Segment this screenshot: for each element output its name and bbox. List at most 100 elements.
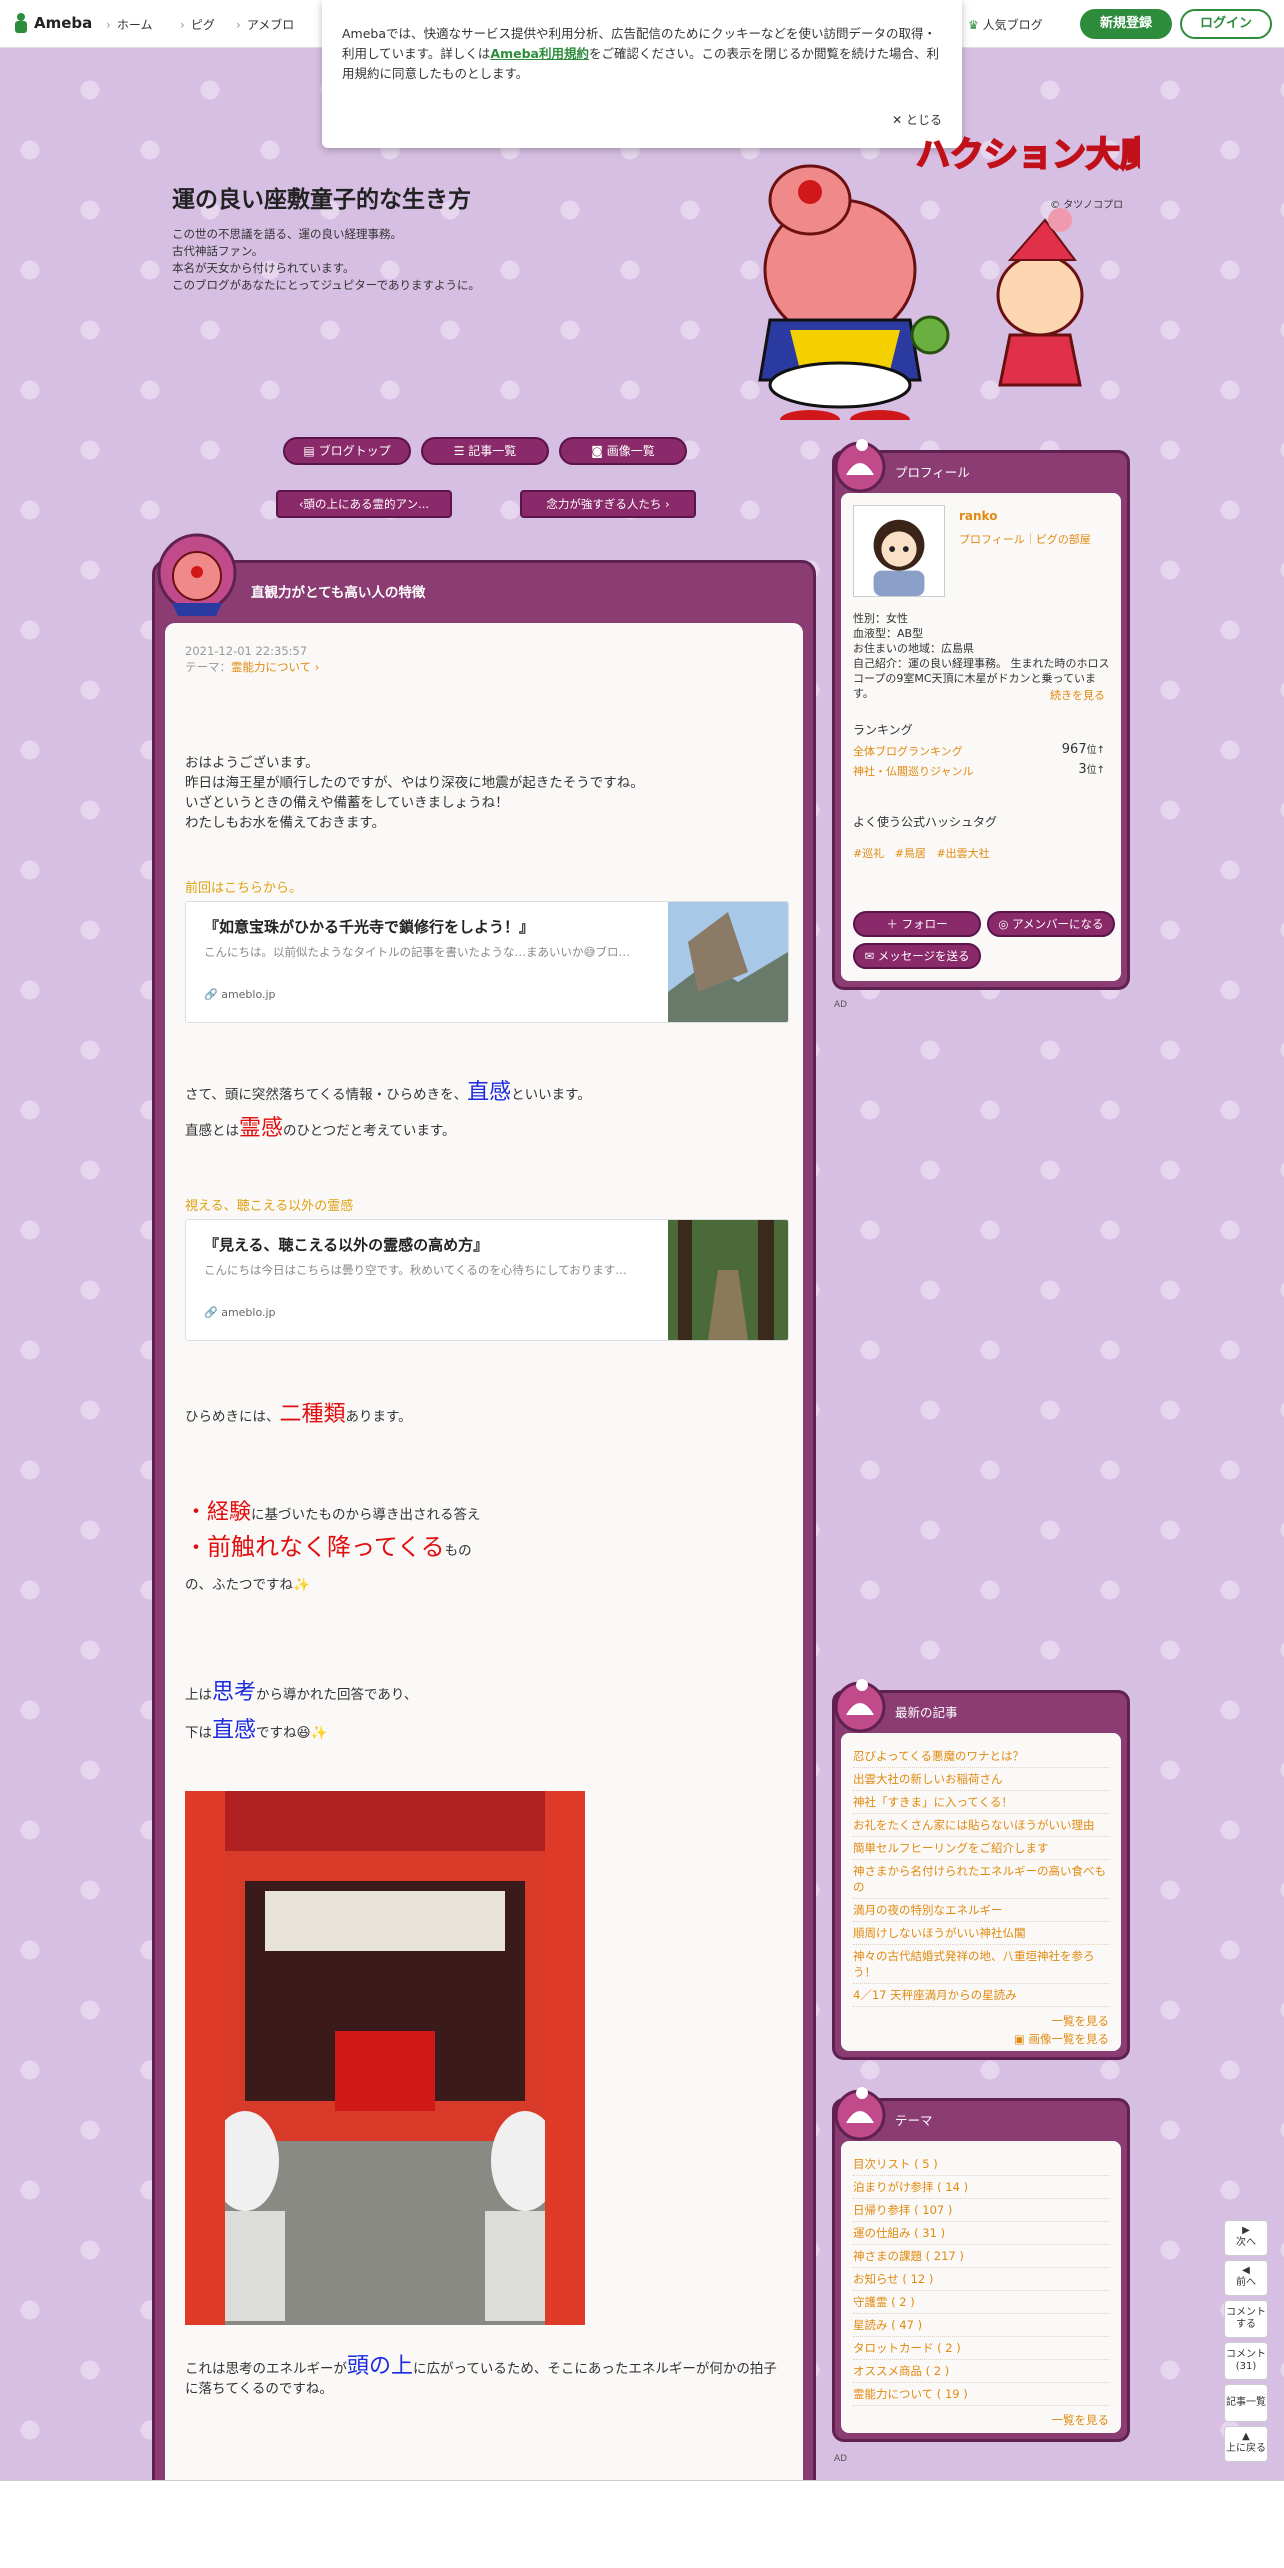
recent-item[interactable]: 4／17 天秤座満月からの星読み xyxy=(853,1984,1109,2007)
card-description: こんにちは。以前似たようなタイトルの記事を書いたような…まあいいか😅ブロ… xyxy=(204,945,630,959)
copyright: © タツノコプロ xyxy=(1050,200,1124,211)
theme-item[interactable]: 泊まりがけ参拝 ( 14 ) xyxy=(853,2176,1109,2199)
theme-link[interactable]: 霊能力について xyxy=(231,660,311,674)
recent-item[interactable]: 順周けしないほうがいい神社仏閣 xyxy=(853,1922,1109,1945)
recent-item[interactable]: 満月の夜の特別なエネルギー xyxy=(853,1899,1109,1922)
ranking-title: ランキング xyxy=(853,723,913,737)
ameba-logo-icon xyxy=(15,13,27,33)
article-date: 2021-12-01 22:35:57 xyxy=(185,644,308,658)
hashtag-list: #巡礼 #鳥居 #出雲大社 xyxy=(853,845,990,861)
image-list-button[interactable]: ◙ 画像一覧 xyxy=(559,437,687,465)
amember-button[interactable]: ◎ アメンバーになる xyxy=(987,911,1115,937)
rank-overall-link[interactable]: 全体ブログランキング xyxy=(853,743,963,759)
subheading-spirit: 視える、聴こえる以外の霊感 xyxy=(185,1199,354,1214)
keyword-sudden: 前触れなく降ってくる xyxy=(207,1533,445,1561)
nav-home[interactable]: ホーム xyxy=(106,16,153,33)
recent-item[interactable]: 簡単セルフヒーリングをご紹介します xyxy=(853,1837,1109,1860)
rank-genre-link[interactable]: 神社・仏閣巡りジャンル xyxy=(853,763,973,779)
intuition-line-2: 下は直感ですね😆✨ xyxy=(185,1718,328,1743)
bullet-sudden: ・前触れなく降ってくるもの xyxy=(185,1533,472,1561)
recent-item[interactable]: 神々の古代結婚式発祥の地、八重垣神社を参ろう！ xyxy=(853,1945,1109,1984)
crown-icon: ♛ xyxy=(968,18,983,32)
svg-text:ハクション大魔王: ハクション大魔王 xyxy=(916,135,1140,175)
embed-card-spirit[interactable]: 『見える、聴こえる以外の霊感の高め方』 こんにちは今日はこちらは曇り空です。秋め… xyxy=(185,1219,789,1341)
card-url: 🔗 ameblo.jp xyxy=(204,988,276,1001)
back-to-top-fab[interactable]: ▲ 上に戻る xyxy=(1224,2426,1268,2462)
camera-icon: ◙ xyxy=(591,444,607,458)
theme-item[interactable]: 神さまの課題 ( 217 ) xyxy=(853,2245,1109,2268)
footer xyxy=(0,2480,1284,2568)
nav-pigg[interactable]: ピグ xyxy=(180,16,215,33)
prev-fab[interactable]: ◀ 前へ xyxy=(1224,2260,1268,2296)
profile-body: ranko プロフィール｜ピグの部屋 性別：女性 血液型：AB型 お住まいの地域… xyxy=(841,493,1121,981)
recent-item[interactable]: 神さまから名付けられたエネルギーの高い食べもの xyxy=(853,1860,1109,1899)
card-title: 『見える、聴こえる以外の霊感の高め方』 xyxy=(204,1236,489,1254)
theme-item[interactable]: 日帰り参拝 ( 107 ) xyxy=(853,2199,1109,2222)
article-list-button[interactable]: ☰ 記事一覧 xyxy=(421,437,549,465)
keyword-intuition-2: 直感 xyxy=(212,1718,257,1743)
recent-item[interactable]: 出雲大社の新しいお稲荷さん xyxy=(853,1768,1109,1791)
lamp-icon xyxy=(834,439,886,493)
image-icon: ▣ xyxy=(1013,2032,1029,2046)
blog-title[interactable]: 運の良い座敷童子的な生き方 xyxy=(172,180,480,214)
next-fab[interactable]: ▶ 次へ xyxy=(1224,2220,1268,2256)
keyword-experience: 経験 xyxy=(207,1500,252,1525)
recent-item[interactable]: 忍びよってくる悪魔のワナとは？ xyxy=(853,1745,1109,1768)
terms-link[interactable]: Ameba利用規約 xyxy=(490,46,589,61)
spirit-line: 直感とは霊感のひとつだと考えています。 xyxy=(185,1116,456,1141)
theme-panel: テーマ 目次リスト ( 5 ) 泊まりがけ参拝 ( 14 ) 日帰り参拝 ( 1… xyxy=(832,2087,1130,2442)
keyword-intuition: 直感 xyxy=(467,1080,512,1105)
theme-list: 目次リスト ( 5 ) 泊まりがけ参拝 ( 14 ) 日帰り参拝 ( 107 )… xyxy=(841,2141,1121,2433)
chevron-right-icon: › xyxy=(661,497,670,511)
theme-item[interactable]: 運の仕組み ( 31 ) xyxy=(853,2222,1109,2245)
follow-button[interactable]: ＋ フォロー xyxy=(853,911,981,937)
article-theme: テーマ：霊能力について › xyxy=(185,660,320,674)
keyword-spirit: 霊感 xyxy=(239,1116,284,1141)
arrow-up-icon: ↑ xyxy=(1096,765,1105,776)
theme-more-link[interactable]: 一覧を見る xyxy=(853,2412,1110,2428)
embed-card-previous[interactable]: 『如意宝珠がひかる千光寺で鎖修行をしよう！』 こんにちは。以前似たようなタイトル… xyxy=(185,901,789,1023)
theme-item[interactable]: 星読み ( 47 ) xyxy=(853,2314,1109,2337)
next-article-button[interactable]: 念力が強すぎる人たち › xyxy=(520,490,696,518)
comments-count-fab[interactable]: コメント (31) xyxy=(1224,2342,1268,2380)
thought-line: 上は思考から導かれた回答であり、 xyxy=(185,1680,418,1705)
theme-item[interactable]: オススメ商品 ( 2 ) xyxy=(853,2360,1109,2383)
mail-icon: ✉ xyxy=(864,949,878,963)
login-button[interactable]: ログイン xyxy=(1180,9,1272,39)
chat-icon: ◎ xyxy=(998,917,1013,931)
ameba-logo[interactable]: Ameba xyxy=(12,12,92,34)
hashtag-item[interactable]: #出雲大社 xyxy=(936,847,989,860)
theme-item[interactable]: 霊能力について ( 19 ) xyxy=(853,2383,1109,2406)
shrine-photo[interactable] xyxy=(185,1791,585,2325)
popular-blog-link[interactable]: ♛ 人気ブログ xyxy=(968,16,1043,33)
signup-button[interactable]: 新規登録 xyxy=(1080,9,1172,39)
theme-item[interactable]: お知らせ ( 12 ) xyxy=(853,2268,1109,2291)
profile-avatar[interactable] xyxy=(853,505,945,597)
article-title[interactable]: 直観力がとても高い人の特徴 xyxy=(155,563,813,623)
copyright-icon: © xyxy=(1050,200,1064,211)
keyword-head: 頭の上 xyxy=(347,2354,414,2379)
article-list-fab[interactable]: 記事一覧 xyxy=(1224,2384,1268,2422)
bullet-summary: の、ふたつですね✨ xyxy=(185,1577,310,1593)
theme-item[interactable]: 守護霊 ( 2 ) xyxy=(853,2291,1109,2314)
recent-more-link[interactable]: 一覧を見る xyxy=(853,2013,1110,2029)
hashtag-item[interactable]: #巡礼 xyxy=(853,847,884,860)
profile-name[interactable]: ranko xyxy=(959,509,997,523)
theme-item[interactable]: 目次リスト ( 5 ) xyxy=(853,2153,1109,2176)
intuition-line: さて、頭に突然落ちてくる情報・ひらめきを、直感といいます。 xyxy=(185,1080,591,1105)
recent-item[interactable]: 神社「すきま」に入ってくる！ xyxy=(853,1791,1109,1814)
nav-ameblo[interactable]: アメブロ xyxy=(236,16,294,33)
send-message-button[interactable]: ✉ メッセージを送る xyxy=(853,943,981,969)
blog-top-button[interactable]: ▤ ブログトップ xyxy=(283,437,411,465)
prev-article-button[interactable]: ‹頭の上にある霊的アン... xyxy=(276,490,452,518)
document-icon: ▤ xyxy=(303,444,319,458)
comment-fab[interactable]: コメント する xyxy=(1224,2300,1268,2338)
hashtag-item[interactable]: #鳥居 xyxy=(895,847,926,860)
theme-item[interactable]: タロットカード ( 2 ) xyxy=(853,2337,1109,2360)
card-title: 『如意宝珠がひかる千光寺で鎖修行をしよう！』 xyxy=(204,918,535,936)
recent-item[interactable]: お礼をたくさん家には貼らないほうがいい理由 xyxy=(853,1814,1109,1837)
ad-label: AD xyxy=(834,2454,848,2464)
profile-links[interactable]: プロフィール｜ピグの部屋 xyxy=(959,531,1091,547)
read-more-link[interactable]: 続きを見る xyxy=(1050,687,1105,703)
image-list-link[interactable]: ▣ 画像一覧を見る xyxy=(853,2031,1109,2047)
